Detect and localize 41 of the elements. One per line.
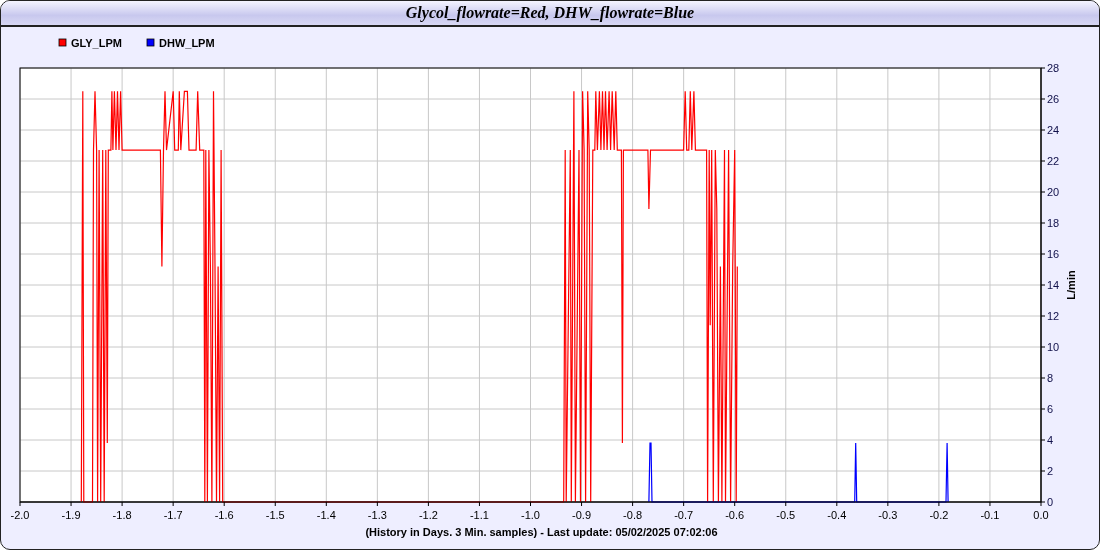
tick-label: 0.0 xyxy=(1033,509,1049,521)
tick-label: -1.6 xyxy=(214,509,234,521)
tick-label: 8 xyxy=(1047,372,1054,384)
tick-label: 2 xyxy=(1047,465,1054,477)
tick-label: -0.1 xyxy=(980,509,1000,521)
tick-label: 24 xyxy=(1047,124,1060,136)
tick-label: -0.8 xyxy=(623,509,643,521)
tick-label: 14 xyxy=(1047,279,1060,291)
tick-label: -0.2 xyxy=(929,509,949,521)
tick-label: 18 xyxy=(1047,217,1060,229)
tick-label: 4 xyxy=(1047,434,1054,446)
tick-label: -0.7 xyxy=(674,509,694,521)
legend-label: DHW_LPM xyxy=(159,37,215,49)
tick-label: -0.6 xyxy=(725,509,745,521)
tick-label: -1.1 xyxy=(469,509,489,521)
tick-label: -0.3 xyxy=(878,509,898,521)
tick-label: 16 xyxy=(1047,248,1060,260)
tick-label: -1.9 xyxy=(61,509,81,521)
legend-label: GLY_LPM xyxy=(71,37,122,49)
tick-label: 26 xyxy=(1047,93,1060,105)
tick-label: -0.4 xyxy=(827,509,847,521)
tick-label: -1.0 xyxy=(521,509,540,521)
axis-title: L/min xyxy=(1065,270,1077,300)
tick-label: -1.7 xyxy=(163,509,183,521)
tick-label: -0.5 xyxy=(776,509,796,521)
axis-title: (History in Days. 3 Min. samples) - Last update: 05/02/2025 07:02:06 xyxy=(365,526,718,538)
tick-label: -1.2 xyxy=(418,509,438,521)
tick-label: -1.3 xyxy=(367,509,387,521)
tick-label: -1.4 xyxy=(316,509,336,521)
tick-label: 10 xyxy=(1047,341,1060,353)
tick-label: -0.9 xyxy=(572,509,592,521)
tick-label: -1.8 xyxy=(112,509,132,521)
chart-title: Glycol_flowrate=Red, DHW_flowrate=Blue xyxy=(405,4,695,22)
tick-label: 6 xyxy=(1047,403,1054,415)
tick-label: 0 xyxy=(1047,496,1054,508)
tick-label: 20 xyxy=(1047,186,1060,198)
tick-label: 12 xyxy=(1047,310,1060,322)
tick-label: -2.0 xyxy=(10,509,30,521)
tick-label: -1.5 xyxy=(265,509,285,521)
tick-label: 28 xyxy=(1047,62,1060,74)
tick-label: 22 xyxy=(1047,155,1060,167)
